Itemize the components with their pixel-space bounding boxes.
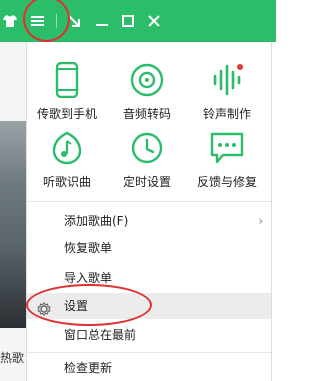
audio-convert-label: 音频转码 bbox=[122, 107, 171, 121]
song-recognition-button[interactable]: 听歌识曲 bbox=[27, 128, 107, 190]
background-caption: 热歌 bbox=[0, 351, 25, 365]
timer-settings-button[interactable]: 定时设置 bbox=[107, 128, 187, 190]
artist-photo bbox=[0, 121, 26, 328]
restore-playlist-menu-item[interactable]: 恢复歌单 bbox=[27, 235, 271, 261]
annotation-circle-settings bbox=[26, 284, 152, 326]
menu-divider bbox=[27, 352, 271, 353]
always-on-top-label: 窗口总在最前 bbox=[64, 328, 137, 342]
maximize-icon[interactable] bbox=[116, 0, 140, 42]
menu-divider bbox=[27, 201, 271, 202]
close-icon[interactable] bbox=[142, 0, 166, 42]
always-on-top-menu-item[interactable]: 窗口总在最前 bbox=[27, 322, 271, 348]
send-to-phone-button[interactable]: 传歌到手机 bbox=[27, 60, 107, 122]
chevron-right-icon: › bbox=[258, 214, 263, 228]
ringtone-maker-button[interactable]: 铃声制作 bbox=[187, 60, 267, 122]
send-to-phone-label: 传歌到手机 bbox=[36, 107, 97, 121]
feedback-label: 反馈与修复 bbox=[196, 175, 257, 189]
ringtone-maker-label: 铃声制作 bbox=[202, 107, 251, 121]
disc-icon bbox=[107, 60, 187, 100]
check-update-label: 检查更新 bbox=[64, 361, 113, 375]
tshirt-icon[interactable] bbox=[0, 0, 20, 42]
song-recognition-label: 听歌识曲 bbox=[42, 175, 91, 189]
audio-convert-button[interactable]: 音频转码 bbox=[107, 60, 187, 122]
phone-icon bbox=[27, 60, 107, 100]
check-update-menu-item[interactable]: 检查更新 bbox=[27, 355, 271, 381]
music-note-icon bbox=[27, 128, 107, 168]
clock-icon bbox=[107, 128, 187, 168]
feedback-icon bbox=[187, 128, 267, 168]
feedback-button[interactable]: 反馈与修复 bbox=[187, 128, 267, 190]
add-song-menu-item[interactable]: 添加歌曲(F) › bbox=[27, 208, 271, 234]
waveform-icon bbox=[187, 60, 267, 100]
restore-playlist-label: 恢复歌单 bbox=[64, 241, 113, 255]
timer-settings-label: 定时设置 bbox=[122, 175, 171, 189]
minimize-icon[interactable] bbox=[90, 0, 114, 42]
main-menu: 传歌到手机 音频转码 铃声制作 听歌识曲 定时设置 反馈与修复 添加歌曲(F) … bbox=[26, 42, 272, 381]
add-song-label: 添加歌曲(F) bbox=[64, 214, 129, 228]
